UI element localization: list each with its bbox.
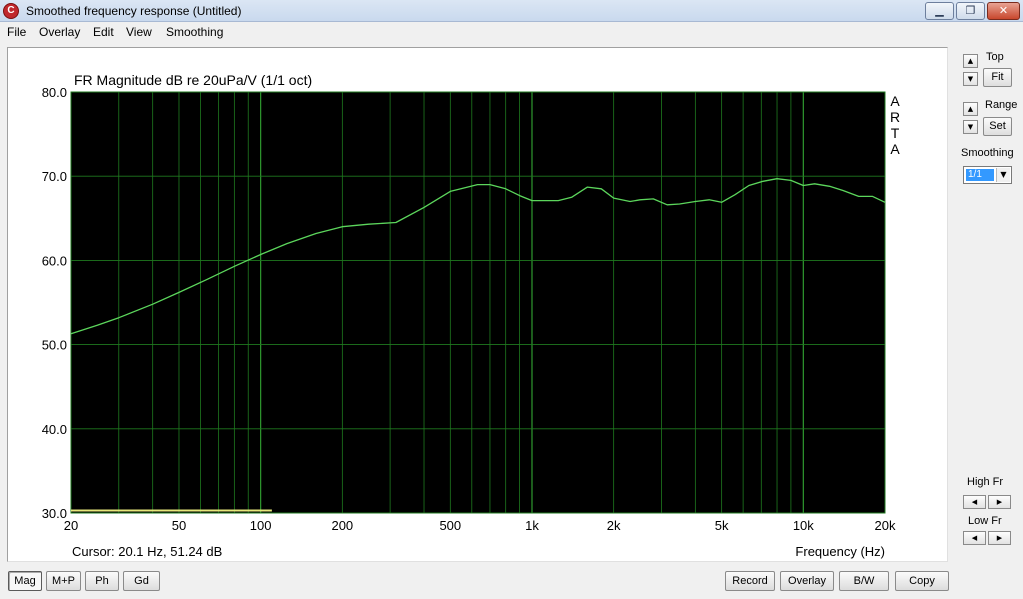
range-label: Range	[985, 99, 1018, 111]
maximize-button[interactable]: ❐	[956, 2, 985, 20]
top-down-button[interactable]: ▼	[963, 72, 978, 86]
chart-title: FR Magnitude dB re 20uPa/V (1/1 oct)	[74, 72, 312, 88]
high-fr-label: High Fr	[967, 476, 1004, 488]
x-tick-label: 1k	[525, 518, 539, 533]
minimize-button[interactable]: ▁	[925, 2, 954, 20]
x-tick-label: 5k	[715, 518, 729, 533]
menu-bar: File Overlay Edit View Smoothing	[0, 22, 1023, 42]
copy-button[interactable]: Copy	[895, 571, 949, 591]
low-fr-left-button[interactable]: ◀	[963, 531, 986, 545]
range-down-button[interactable]: ▼	[963, 120, 978, 134]
x-tick-label: 2k	[607, 518, 621, 533]
mag-phase-button[interactable]: M+P	[46, 571, 81, 591]
menu-overlay[interactable]: Overlay	[39, 25, 80, 39]
watermark-letter: R	[890, 109, 900, 125]
overlay-button[interactable]: Overlay	[780, 571, 834, 591]
top-up-button[interactable]: ▲	[963, 54, 978, 68]
watermark-letter: A	[890, 93, 900, 109]
mag-button[interactable]: Mag	[8, 571, 42, 591]
plot-area[interactable]: FR Magnitude dB re 20uPa/V (1/1 oct) 20 5…	[7, 47, 948, 562]
x-tick-label: 50	[172, 518, 186, 533]
low-fr-right-button[interactable]: ▶	[988, 531, 1011, 545]
y-tick-label: 80.0	[42, 85, 67, 100]
high-fr-right-button[interactable]: ▶	[988, 495, 1011, 509]
watermark-letter: A	[890, 141, 900, 157]
low-fr-label: Low Fr	[968, 515, 1002, 527]
x-tick-label: 200	[331, 518, 353, 533]
x-tick-label: 20k	[875, 518, 896, 533]
smoothing-selected-value: 1/1	[966, 169, 994, 181]
y-tick-label: 60.0	[42, 253, 67, 268]
window-title: Smoothed frequency response (Untitled)	[26, 4, 242, 18]
right-control-panel: ▲ ▼ Top Fit ▲ ▼ Range Set Smoothing 1/1 …	[952, 44, 1023, 564]
menu-edit[interactable]: Edit	[93, 25, 114, 39]
close-button[interactable]: ✕	[987, 2, 1020, 20]
bw-button[interactable]: B/W	[839, 571, 889, 591]
menu-smoothing[interactable]: Smoothing	[166, 25, 223, 39]
smoothing-select[interactable]: 1/1 ▼	[963, 166, 1012, 184]
y-tick-label: 50.0	[42, 338, 67, 353]
record-button[interactable]: Record	[725, 571, 775, 591]
x-tick-label: 10k	[793, 518, 814, 533]
phase-button[interactable]: Ph	[85, 571, 119, 591]
range-up-button[interactable]: ▲	[963, 102, 978, 116]
x-axis-label: Frequency (Hz)	[795, 544, 885, 559]
y-tick-label: 40.0	[42, 422, 67, 437]
y-tick-label: 70.0	[42, 169, 67, 184]
cursor-readout: Cursor: 20.1 Hz, 51.24 dB	[72, 544, 222, 559]
arta-window: C Smoothed frequency response (Untitled)…	[0, 0, 1023, 599]
high-fr-left-button[interactable]: ◀	[963, 495, 986, 509]
set-button[interactable]: Set	[983, 117, 1012, 136]
menu-view[interactable]: View	[126, 25, 152, 39]
group-delay-button[interactable]: Gd	[123, 571, 160, 591]
arta-watermark: A R T A	[890, 93, 900, 157]
chevron-down-icon[interactable]: ▼	[996, 168, 1010, 182]
watermark-letter: T	[891, 125, 900, 141]
app-icon[interactable]: C	[3, 3, 19, 19]
frequency-response-chart[interactable]: FR Magnitude dB re 20uPa/V (1/1 oct) 20 5…	[8, 48, 947, 561]
smoothing-label: Smoothing	[961, 147, 1014, 159]
fit-button[interactable]: Fit	[983, 68, 1012, 87]
plot-background[interactable]	[71, 92, 885, 513]
top-label: Top	[986, 51, 1004, 63]
x-tick-label: 100	[250, 518, 272, 533]
y-tick-label: 30.0	[42, 506, 67, 521]
title-bar[interactable]: C Smoothed frequency response (Untitled)…	[0, 0, 1023, 22]
menu-file[interactable]: File	[7, 25, 26, 39]
x-tick-label: 500	[439, 518, 461, 533]
